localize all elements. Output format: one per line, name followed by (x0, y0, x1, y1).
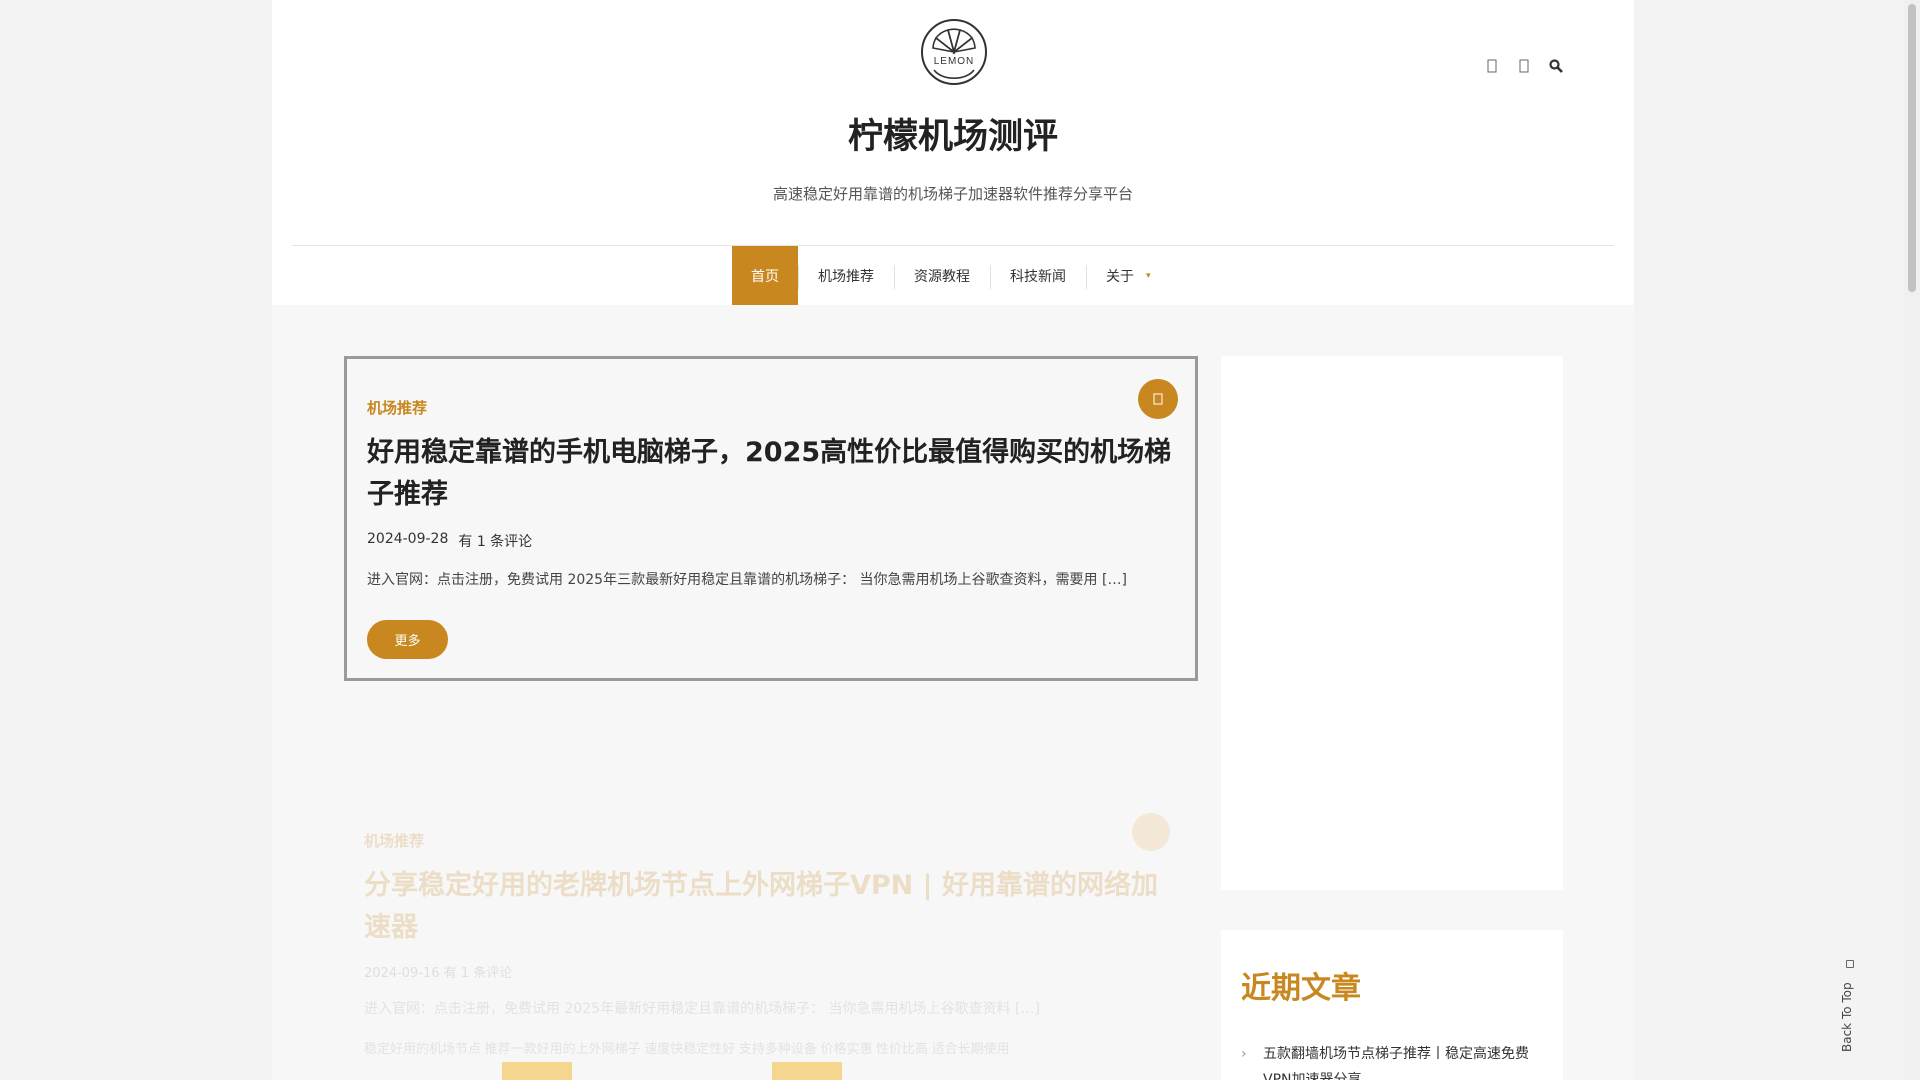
post-meta: 2024-09-16 有 1 条评论 (364, 962, 512, 981)
header-icons (1485, 58, 1563, 74)
post-image-fragment (502, 1062, 572, 1080)
post-format-icon[interactable] (1132, 813, 1170, 851)
post-excerpt: 进入官网：点击注册，免费试用 2025年三款最新好用稳定且靠谱的机场梯子： 当你… (367, 572, 1127, 588)
post-card: 机场推荐 好用稳定靠谱的手机电脑梯子，2025高性价比最值得购买的机场梯子推荐 … (344, 356, 1198, 681)
post-excerpt: 进入官网：点击注册，免费试用 2025年最新好用稳定且靠谱的机场梯子： 当你急需… (364, 1001, 1040, 1017)
nav-item-about[interactable]: 关于 ▾ (1086, 246, 1171, 305)
post-meta-text: 2024-09-16 有 1 条评论 (364, 966, 513, 981)
site-title[interactable]: 柠檬机场测评 (272, 108, 1634, 159)
post-excerpt-line2: 稳定好用的机场节点 推荐一款好用的上外网梯子 速度快稳定性好 支持多种设备 价格… (364, 1041, 1010, 1056)
scrollbar-thumb[interactable] (1908, 4, 1916, 292)
chevron-down-icon: ▾ (1146, 270, 1151, 281)
nav-label: 资源教程 (914, 268, 970, 285)
sidebar-widget-recent-posts: 近期文章 五款翻墙机场节点梯子推荐丨稳定高速免费VPN加速器分享 (1221, 930, 1563, 1080)
back-to-top-button[interactable]: Back To Top (1840, 960, 1862, 1060)
nav-label: 关于 (1106, 268, 1134, 285)
post-comments[interactable]: 有 1 条评论 (458, 531, 532, 551)
twitter-icon[interactable] (1517, 58, 1531, 74)
page: LEMON 柠檬机场测评 高速稳定好用靠谱的机场梯子加速器软件推荐分享平台 首页… (272, 0, 1634, 1080)
nav-item-home[interactable]: 首页 (732, 246, 798, 305)
nav-item-resources[interactable]: 资源教程 (894, 246, 990, 305)
nav-label: 机场推荐 (818, 268, 874, 285)
site-header: LEMON 柠檬机场测评 高速稳定好用靠谱的机场梯子加速器软件推荐分享平台 首页… (272, 0, 1634, 305)
post-image-fragment (772, 1062, 842, 1080)
lemon-logo[interactable]: LEMON (920, 18, 988, 86)
recent-post-link[interactable]: 五款翻墙机场节点梯子推荐丨稳定高速免费VPN加速器分享 (1241, 1041, 1551, 1080)
logo-text: LEMON (934, 56, 975, 67)
post-meta: 2024-09-28 有 1 条评论 (367, 531, 532, 551)
back-to-top-label: Back To Top (1840, 982, 1854, 1052)
facebook-icon[interactable] (1485, 58, 1499, 74)
post-category[interactable]: 机场推荐 (367, 397, 427, 418)
post-date[interactable]: 2024-09-28 (367, 531, 448, 551)
nav-item-tech-news[interactable]: 科技新闻 (990, 246, 1086, 305)
post-title[interactable]: 好用稳定靠谱的手机电脑梯子，2025高性价比最值得购买的机场梯子推荐 (367, 432, 1177, 516)
post-format-icon[interactable] (1138, 379, 1178, 419)
nav-item-airport-recommend[interactable]: 机场推荐 (798, 246, 894, 305)
nav-label: 科技新闻 (1010, 268, 1066, 285)
search-icon[interactable] (1549, 58, 1563, 74)
widget-title: 近期文章 (1241, 971, 1361, 1006)
sidebar-widget-blank (1221, 356, 1563, 890)
post-card-faded: 机场推荐 分享稳定好用的老牌机场节点上外网梯子VPN | 好用靠谱的网络加速器 … (344, 790, 1198, 1080)
post-title[interactable]: 分享稳定好用的老牌机场节点上外网梯子VPN | 好用靠谱的网络加速器 (364, 865, 1174, 949)
page-scrollbar[interactable] (1904, 0, 1920, 1080)
main-nav: 首页 机场推荐 资源教程 科技新闻 关于 ▾ (732, 246, 1171, 305)
post-category[interactable]: 机场推荐 (364, 830, 424, 851)
nav-label: 首页 (751, 268, 779, 285)
site-tagline: 高速稳定好用靠谱的机场梯子加速器软件推荐分享平台 (772, 186, 1133, 203)
read-more-button[interactable]: 更多 (367, 620, 448, 659)
